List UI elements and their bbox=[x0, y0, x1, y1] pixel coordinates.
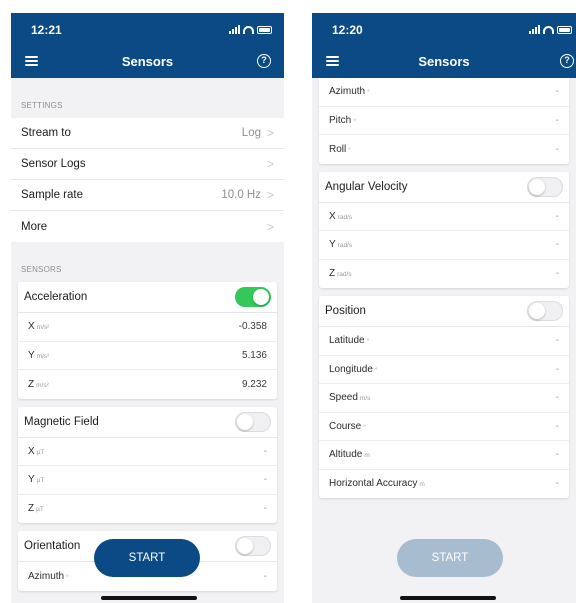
start-button[interactable]: START bbox=[94, 539, 200, 577]
settings-row-stream-to[interactable]: Stream to Log > bbox=[11, 118, 284, 149]
card-header: Position bbox=[319, 296, 569, 327]
phone-screen-left: 12:21 Sensors ? SETTINGS Stream to Log > … bbox=[11, 13, 284, 603]
magnetic-field-toggle[interactable] bbox=[235, 411, 271, 432]
axis-row-speed: Speed m/s - bbox=[319, 384, 569, 413]
nav-header: 12:21 Sensors ? bbox=[11, 13, 284, 78]
sensor-card-magnetic-field: Magnetic Field XµT - YµT - ZµT - bbox=[18, 406, 277, 523]
help-icon[interactable]: ? bbox=[257, 54, 271, 68]
row-label: Sensor Logs bbox=[21, 158, 86, 170]
settings-row-sample-rate[interactable]: Sample rate 10.0 Hz > bbox=[11, 180, 284, 211]
start-button-disabled[interactable]: START bbox=[397, 539, 503, 577]
axis-row-y: Yrad/s - bbox=[319, 231, 569, 260]
nav-header: 12:20 Sensors ? bbox=[312, 13, 576, 78]
axis-row-z: Zm/s² 9.232 bbox=[28, 378, 267, 390]
axis-row-pitch: Pitch ° - bbox=[319, 107, 569, 135]
axis-value: - bbox=[263, 445, 267, 457]
axis-value: - bbox=[263, 503, 267, 515]
axis-row-z: ZµT - bbox=[28, 503, 267, 515]
main-content[interactable]: SETTINGS Stream to Log > Sensor Logs > Sa… bbox=[11, 78, 284, 603]
card-title: Angular Velocity bbox=[325, 180, 408, 193]
signal-icon bbox=[229, 25, 240, 34]
axis-value: - bbox=[555, 86, 559, 98]
row-value: 10.0 Hz bbox=[221, 189, 261, 201]
card-title: Acceleration bbox=[24, 291, 88, 303]
card-title: Orientation bbox=[24, 540, 81, 552]
chevron-right-icon: > bbox=[266, 219, 274, 234]
help-icon[interactable]: ? bbox=[560, 54, 574, 68]
chevron-right-icon: > bbox=[266, 157, 274, 171]
wifi-icon bbox=[243, 26, 254, 34]
row-label: Sample rate bbox=[21, 189, 84, 201]
axis-row-roll: Roll ° - bbox=[329, 143, 559, 155]
axis-value: - bbox=[555, 335, 559, 347]
axis-row-longitude: Longitude ° - bbox=[319, 356, 569, 384]
status-icons bbox=[229, 24, 272, 34]
sensor-card-position: Position Latitude ° - Longitude ° - Speed m/s… bbox=[319, 296, 569, 498]
axis-value: - bbox=[555, 114, 559, 126]
chevron-right-icon: > bbox=[266, 126, 274, 140]
axis-row-x: Xm/s² -0.358 bbox=[18, 313, 277, 342]
main-content[interactable]: Azimuth ° - Pitch ° - Roll ° - Angular Velocit… bbox=[312, 78, 576, 603]
row-label: Stream to bbox=[21, 127, 71, 139]
settings-row-more[interactable]: More > bbox=[11, 211, 284, 242]
axis-row-course: Course ° - bbox=[319, 413, 569, 441]
axis-value: - bbox=[555, 363, 559, 375]
settings-row-sensor-logs[interactable]: Sensor Logs > bbox=[11, 149, 284, 180]
axis-value: - bbox=[555, 143, 559, 155]
axis-row-x: XµT - bbox=[18, 438, 277, 466]
signal-icon bbox=[529, 25, 540, 34]
axis-row-altitude: Altitude m - bbox=[319, 441, 569, 470]
acceleration-toggle[interactable] bbox=[235, 287, 271, 307]
axis-value: - bbox=[555, 392, 559, 404]
orientation-toggle[interactable] bbox=[235, 536, 271, 556]
card-header: Angular Velocity bbox=[319, 172, 569, 203]
row-label: More bbox=[21, 220, 48, 233]
axis-row-latitude: Latitude ° - bbox=[319, 327, 569, 356]
row-value: Log bbox=[241, 127, 261, 139]
page-title: Sensors bbox=[418, 54, 470, 69]
axis-value: - bbox=[555, 420, 559, 432]
axis-row-x: Xrad/s - bbox=[319, 203, 569, 231]
axis-value: 5.136 bbox=[241, 349, 267, 361]
angular-velocity-toggle[interactable] bbox=[527, 176, 563, 197]
axis-value: - bbox=[555, 210, 559, 222]
axis-value: - bbox=[555, 268, 559, 280]
axis-row-horizontal-accuracy: Horizontal Accuracy m - bbox=[329, 478, 559, 490]
card-header: Acceleration bbox=[18, 282, 277, 313]
axis-value: - bbox=[263, 570, 267, 582]
card-title: Position bbox=[325, 305, 366, 317]
axis-row-azimuth: Azimuth ° - bbox=[319, 78, 569, 107]
axis-value: - bbox=[555, 449, 559, 461]
chevron-right-icon: > bbox=[266, 188, 274, 202]
battery-icon bbox=[557, 26, 572, 34]
axis-row-z: Zrad/s - bbox=[329, 268, 559, 280]
axis-value: - bbox=[555, 239, 559, 251]
axis-value: - bbox=[263, 474, 267, 486]
phone-screen-right: 12:20 Sensors ? Azimuth ° - Pitch ° - Roll ° -… bbox=[312, 13, 576, 603]
card-title: Magnetic Field bbox=[24, 415, 99, 428]
axis-row-y: YµT - bbox=[18, 466, 277, 495]
axis-value: - bbox=[555, 478, 559, 490]
card-header: Magnetic Field bbox=[18, 407, 277, 438]
status-time: 12:20 bbox=[332, 23, 363, 37]
page-title: Sensors bbox=[121, 54, 174, 69]
sensor-card-angular-velocity: Angular Velocity Xrad/s - Yrad/s - Zrad/s - bbox=[319, 171, 569, 288]
battery-icon bbox=[257, 26, 272, 34]
wifi-icon bbox=[543, 26, 554, 34]
status-time: 12:21 bbox=[31, 23, 62, 37]
axis-value: -0.358 bbox=[238, 321, 267, 333]
section-label-sensors: SENSORS bbox=[21, 265, 62, 274]
home-indicator bbox=[101, 596, 197, 600]
section-label-settings: SETTINGS bbox=[21, 101, 63, 110]
axis-row-y: Ym/s² 5.136 bbox=[18, 342, 277, 370]
home-indicator bbox=[400, 596, 496, 600]
status-icons bbox=[529, 24, 572, 34]
axis-value: 9.232 bbox=[241, 378, 267, 390]
sensor-card-orientation: Azimuth ° - Pitch ° - Roll ° - bbox=[319, 78, 569, 164]
sensor-card-acceleration: Acceleration Xm/s² -0.358 Ym/s² 5.136 Zm/s… bbox=[18, 282, 277, 399]
position-toggle[interactable] bbox=[527, 301, 563, 321]
settings-group: Stream to Log > Sensor Logs > Sample rate… bbox=[11, 118, 284, 242]
